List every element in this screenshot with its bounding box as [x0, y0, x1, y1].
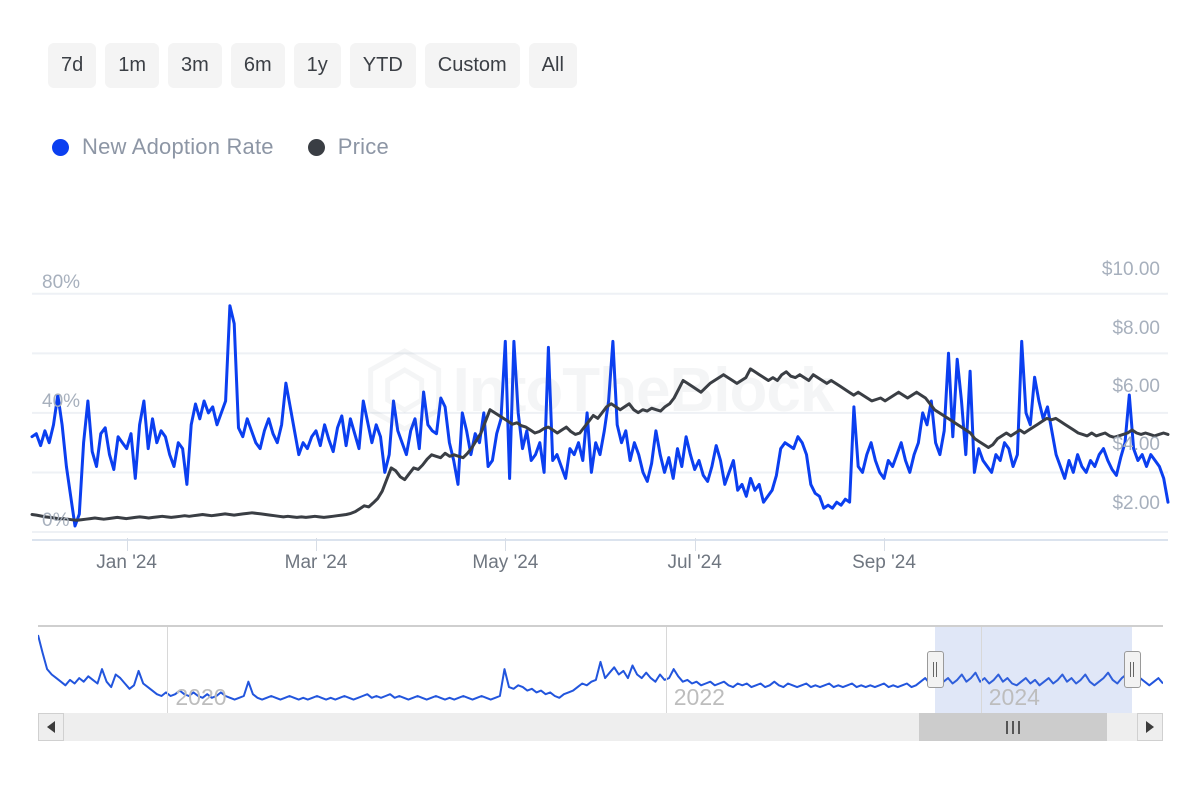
main-chart[interactable]: 0% 40% 80% $2.00 $4.00 $6.00 $8.00 $10.00 — [0, 236, 1200, 576]
range-button-7d[interactable]: 7d — [48, 43, 97, 88]
navigator-year-label: 2022 — [673, 684, 725, 710]
legend-label: Price — [337, 134, 389, 159]
range-button-custom[interactable]: Custom — [424, 43, 520, 88]
y-axis-right-tick: $2.00 — [1112, 492, 1160, 514]
legend-item-price[interactable]: Price — [307, 134, 389, 160]
navigator-year-divider — [167, 627, 169, 713]
y-axis-right-tick: $10.00 — [1101, 259, 1160, 281]
range-navigator[interactable]: 2020 2022 2024 — [38, 625, 1163, 713]
x-axis-tick-mark — [126, 538, 128, 551]
legend-color-dot-icon — [52, 138, 69, 156]
chart-widget: 7d 1m 3m 6m 1y YTD Custom All New Adoption Rate… — [0, 0, 1200, 800]
y-axis-right-tick: $8.00 — [1112, 317, 1160, 339]
range-button-ytd[interactable]: YTD — [349, 43, 416, 88]
legend-label: New Adoption Rate — [82, 134, 274, 159]
x-axis-tick-label: Mar '24 — [284, 552, 348, 573]
y-axis-left-tick: 40% — [42, 390, 81, 412]
legend-item-new-adoption-rate[interactable]: New Adoption Rate — [52, 134, 274, 160]
chevron-left-icon — [47, 721, 55, 733]
legend-color-dot-icon — [307, 138, 325, 156]
y-axis-left-tick: 0% — [42, 510, 70, 531]
x-axis-tick-mark — [316, 538, 317, 551]
x-axis-tick-mark — [694, 538, 696, 551]
time-range-selector: 7d 1m 3m 6m 1y YTD Custom All — [48, 43, 577, 88]
range-button-1m[interactable]: 1m — [105, 43, 160, 88]
chevron-right-icon — [1146, 721, 1154, 733]
chart-canvas — [30, 292, 1170, 541]
x-axis-tick-label: Jan '24 — [96, 552, 157, 573]
x-axis-tick-mark — [505, 538, 507, 551]
scroll-left-button[interactable] — [38, 713, 64, 741]
y-axis-right-tick: $4.00 — [1112, 434, 1160, 456]
y-axis-left-tick: 80% — [42, 271, 81, 293]
navigator-year-label: 2020 — [175, 684, 227, 710]
range-button-all[interactable]: All — [528, 43, 577, 88]
x-axis-tick-mark — [884, 538, 885, 551]
navigator-year-divider — [665, 627, 667, 713]
x-axis-tick-label: Sep '24 — [852, 552, 916, 573]
range-button-3m[interactable]: 3m — [168, 43, 222, 88]
y-axis-right-tick: $6.00 — [1112, 376, 1160, 397]
navigator-year-label: 2024 — [988, 684, 1040, 710]
navigator-handle-right[interactable] — [1123, 651, 1141, 688]
range-button-6m[interactable]: 6m — [230, 43, 285, 88]
x-axis-tick-label: Jul '24 — [667, 552, 722, 573]
scroll-right-button[interactable] — [1137, 713, 1163, 741]
navigator-handle-left[interactable] — [926, 651, 944, 688]
chart-legend: New Adoption Rate Price — [52, 134, 389, 160]
range-button-1y[interactable]: 1y — [293, 43, 341, 88]
x-axis-tick-label: May '24 — [472, 552, 539, 573]
navigator-year-divider — [980, 627, 982, 713]
chart-scrollbar[interactable] — [38, 713, 1163, 741]
scrollbar-track[interactable] — [64, 713, 1137, 741]
scrollbar-thumb[interactable] — [919, 713, 1107, 741]
